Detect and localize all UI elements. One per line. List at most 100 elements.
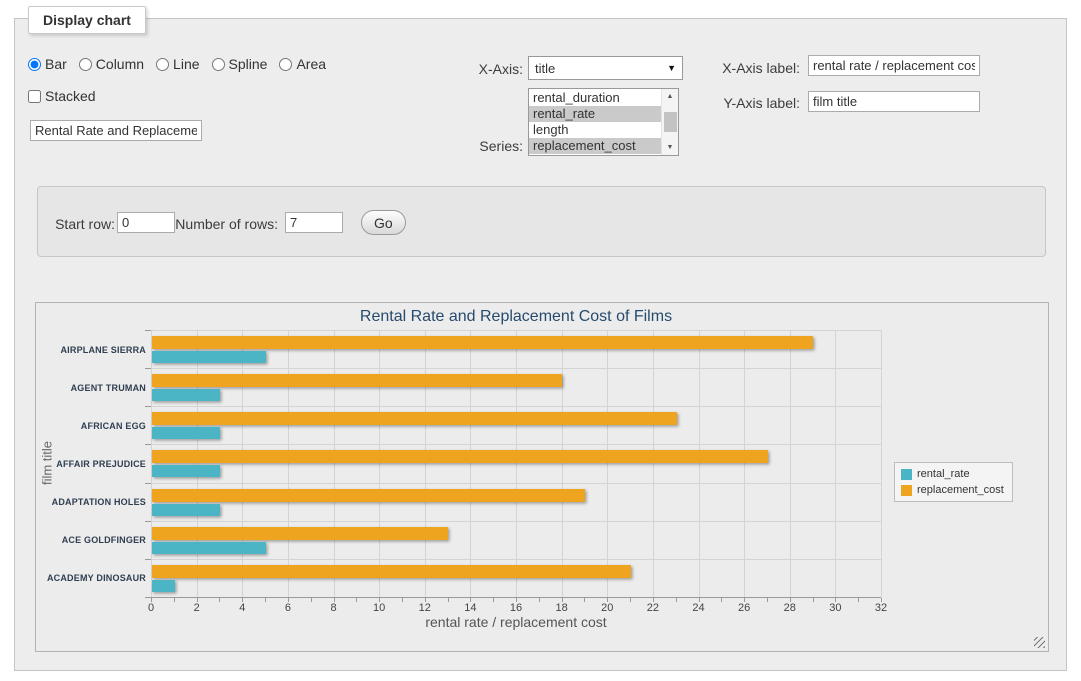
category-label: AFRICAN EGG <box>46 420 146 432</box>
x-tick-label: 6 <box>276 602 300 614</box>
bar-replacement_cost <box>152 412 677 425</box>
chart-type-radio-column[interactable] <box>79 58 92 71</box>
bar-replacement_cost <box>152 489 585 502</box>
x-tick-label: 14 <box>458 602 482 614</box>
number-of-rows-input[interactable] <box>285 212 343 233</box>
legend-label: replacement_cost <box>917 484 1004 496</box>
gridline <box>562 330 563 597</box>
panel-title: Display chart <box>28 6 146 34</box>
y-tick-mark <box>145 406 151 407</box>
chart-type-radio-spline[interactable] <box>212 58 225 71</box>
x-tick-mark <box>516 598 517 602</box>
x-tick-label: 12 <box>413 602 437 614</box>
chart-container: Rental Rate and Replacement Cost of Film… <box>35 302 1049 652</box>
x-tick-mark <box>813 598 814 602</box>
x-tick-label: 28 <box>778 602 802 614</box>
bar-replacement_cost <box>152 336 813 349</box>
gridline <box>653 330 654 597</box>
x-tick-mark <box>151 598 152 602</box>
chart-type-option-bar[interactable]: Bar <box>28 56 67 72</box>
y-axis-label-input[interactable] <box>808 91 980 112</box>
x-tick-mark <box>493 598 494 602</box>
series-option-length[interactable]: length <box>529 122 661 138</box>
x-tick-mark <box>242 598 243 602</box>
gridline <box>334 330 335 597</box>
x-tick-label: 30 <box>823 602 847 614</box>
chart-type-radio-bar[interactable] <box>28 58 41 71</box>
x-tick-mark <box>790 598 791 602</box>
chart-title-input[interactable] <box>30 120 202 141</box>
chart-type-radio-line[interactable] <box>156 58 169 71</box>
gridline <box>516 330 517 597</box>
go-button[interactable]: Go <box>361 210 406 235</box>
category-label: AIRPLANE SIERRA <box>46 344 146 356</box>
gridline <box>744 330 745 597</box>
x-tick-mark <box>470 598 471 602</box>
chart-type-option-area[interactable]: Area <box>279 56 326 72</box>
chart-type-option-spline[interactable]: Spline <box>212 56 268 72</box>
x-tick-label: 22 <box>641 602 665 614</box>
x-axis-select-label: X-Axis: <box>430 61 523 77</box>
gridline <box>699 330 700 597</box>
series-multiselect[interactable]: rental_durationrental_ratelengthreplacem… <box>528 88 679 156</box>
x-tick-mark <box>767 598 768 602</box>
x-axis-select[interactable]: title ▼ <box>528 56 683 80</box>
series-list-scrollbar[interactable]: ▲ ▼ <box>661 89 678 155</box>
scrollbar-thumb[interactable] <box>664 112 677 132</box>
stacked-checkbox[interactable] <box>28 90 41 103</box>
x-tick-mark <box>676 598 677 602</box>
category-label: ACE GOLDFINGER <box>46 534 146 546</box>
x-tick-label: 0 <box>139 602 163 614</box>
chart-type-option-column[interactable]: Column <box>79 56 144 72</box>
gridline <box>242 330 243 597</box>
x-tick-mark <box>881 598 882 602</box>
series-option-rental_rate[interactable]: rental_rate <box>529 106 661 122</box>
x-tick-mark <box>334 598 335 602</box>
category-label: ADAPTATION HOLES <box>46 496 146 508</box>
gridline <box>470 330 471 597</box>
x-tick-mark <box>425 598 426 602</box>
gridline <box>151 368 881 369</box>
x-axis-title: rental rate / replacement cost <box>151 614 881 630</box>
legend-label: rental_rate <box>917 468 970 480</box>
chart-type-label: Column <box>96 56 144 72</box>
x-tick-label: 26 <box>732 602 756 614</box>
x-tick-mark <box>744 598 745 602</box>
gridline <box>835 330 836 597</box>
y-tick-mark <box>145 559 151 560</box>
legend-swatch <box>901 485 912 496</box>
resize-grip[interactable] <box>1034 637 1045 648</box>
gridline <box>425 330 426 597</box>
x-tick-mark <box>379 598 380 602</box>
x-tick-mark <box>699 598 700 602</box>
chart-type-radio-area[interactable] <box>279 58 292 71</box>
chart-type-option-line[interactable]: Line <box>156 56 199 72</box>
series-list-label: Series: <box>430 138 523 154</box>
x-tick-mark <box>197 598 198 602</box>
series-option-replacement_cost[interactable]: replacement_cost <box>529 138 661 154</box>
y-axis-label-label: Y-Axis label: <box>711 95 800 111</box>
legend-item-rental_rate[interactable]: rental_rate <box>901 468 1004 480</box>
bar-rental_rate <box>152 351 266 363</box>
chevron-down-icon: ▼ <box>667 63 676 73</box>
chart-type-label: Line <box>173 56 199 72</box>
legend-item-replacement_cost[interactable]: replacement_cost <box>901 484 1004 496</box>
number-of-rows-label: Number of rows: <box>120 216 278 232</box>
category-label: AFFAIR PREJUDICE <box>46 458 146 470</box>
x-axis-label-input[interactable] <box>808 55 980 76</box>
x-tick-mark <box>653 598 654 602</box>
series-option-rental_duration[interactable]: rental_duration <box>529 90 661 106</box>
x-axis-label-label: X-Axis label: <box>711 60 800 76</box>
series-options: rental_durationrental_ratelengthreplacem… <box>529 89 661 155</box>
bar-replacement_cost <box>152 374 562 387</box>
scroll-up-icon[interactable]: ▲ <box>662 89 678 104</box>
scroll-down-icon[interactable]: ▼ <box>662 140 678 155</box>
x-tick-mark <box>265 598 266 602</box>
bar-rental_rate <box>152 542 266 554</box>
gridline <box>379 330 380 597</box>
stacked-label: Stacked <box>45 88 96 104</box>
category-label: ACADEMY DINOSAUR <box>46 572 146 584</box>
x-tick-mark <box>607 598 608 602</box>
stacked-option[interactable]: Stacked <box>28 88 96 104</box>
gridline <box>607 330 608 597</box>
